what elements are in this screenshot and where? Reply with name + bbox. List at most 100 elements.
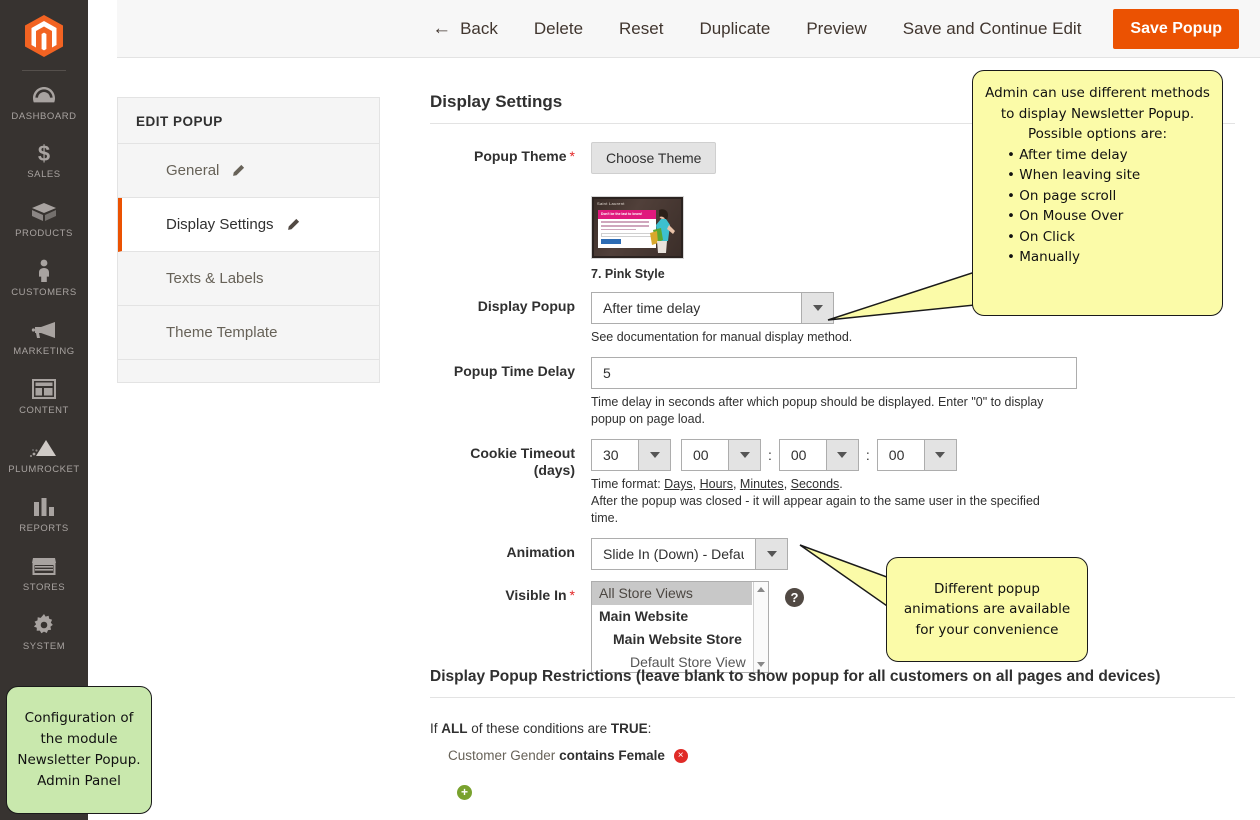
callout-option: • After time delay — [1007, 145, 1210, 166]
sidebar-item-reports[interactable]: REPORTS — [0, 494, 88, 534]
conditions-intro: If ALL of these conditions are TRUE: — [430, 721, 1235, 736]
sidebar-item-content[interactable]: CONTENT — [0, 376, 88, 416]
add-condition-icon[interactable]: + — [457, 785, 472, 800]
callout-option: • When leaving site — [1007, 165, 1210, 186]
pencil-icon — [286, 218, 300, 232]
dollar-icon: $ — [29, 140, 59, 166]
page-header-toolbar: ← Back Delete Reset Duplicate Preview Sa… — [117, 0, 1260, 58]
chevron-down-icon[interactable] — [638, 439, 671, 471]
theme-thumbnail-image: Saint Laurent Don't be the last to know! — [591, 196, 684, 259]
chevron-down-icon[interactable] — [801, 292, 834, 324]
store-option-main-website[interactable]: Main Website — [592, 605, 768, 628]
cookie-timeout-days-value[interactable] — [591, 439, 638, 471]
rule-value[interactable]: Female — [618, 748, 665, 763]
field-cookie-timeout: Cookie Timeout (days) : : — [430, 439, 1235, 527]
choose-theme-button[interactable]: Choose Theme — [591, 142, 716, 174]
plumrocket-icon — [29, 435, 59, 461]
store-option-main-website-store[interactable]: Main Website Store — [592, 628, 768, 651]
link-seconds[interactable]: Seconds — [791, 477, 840, 491]
sidebar-label: DASHBOARD — [11, 111, 76, 122]
cookie-timeout-label-line1: Cookie Timeout — [430, 445, 575, 462]
chevron-down-icon[interactable] — [755, 538, 788, 570]
aggregator-all[interactable]: ALL — [441, 721, 467, 736]
sidebar-item-sales[interactable]: $ SALES — [0, 140, 88, 180]
display-popup-value[interactable] — [591, 292, 801, 324]
animation-value[interactable] — [591, 538, 755, 570]
cookie-timeout-note-line2: After the popup was closed - it will app… — [591, 494, 1040, 525]
delete-button[interactable]: Delete — [516, 20, 601, 37]
chevron-down-icon[interactable] — [924, 439, 957, 471]
time-separator: : — [866, 447, 870, 463]
sidebar-item-system[interactable]: SYSTEM — [0, 612, 88, 652]
multiselect-scrollbar[interactable] — [753, 582, 768, 672]
animation-select[interactable] — [591, 538, 788, 570]
sidebar-label: SYSTEM — [23, 641, 65, 652]
sidebar-item-plumrocket[interactable]: PLUMROCKET — [0, 435, 88, 475]
person-icon — [29, 258, 59, 284]
box-icon — [29, 199, 59, 225]
sidebar-item-customers[interactable]: CUSTOMERS — [0, 258, 88, 298]
display-popup-note: See documentation for manual display met… — [591, 329, 1061, 346]
preview-button[interactable]: Preview — [788, 20, 884, 37]
callout-display-methods: Admin can use different methods to displ… — [972, 70, 1223, 316]
tab-texts-and-labels[interactable]: Texts & Labels — [118, 252, 379, 306]
sidebar-item-dashboard[interactable]: DASHBOARD — [0, 82, 88, 122]
colon: : — [648, 721, 652, 736]
sidebar-label: PLUMROCKET — [8, 464, 79, 475]
link-minutes[interactable]: Minutes — [740, 477, 784, 491]
chevron-down-icon[interactable] — [728, 439, 761, 471]
link-hours[interactable]: Hours — [700, 477, 733, 491]
restrictions-title: Display Popup Restrictions (leave blank … — [430, 668, 1235, 698]
if-text: If — [430, 721, 438, 736]
chevron-down-icon[interactable] — [826, 439, 859, 471]
tab-display-settings[interactable]: Display Settings — [118, 198, 379, 252]
cookie-timeout-days-select[interactable] — [591, 439, 671, 471]
callout-option: • On page scroll — [1007, 186, 1210, 207]
edit-popup-panel: EDIT POPUP General Display Settings Text… — [117, 97, 380, 383]
sidebar-item-marketing[interactable]: MARKETING — [0, 317, 88, 357]
tab-general[interactable]: General — [118, 144, 379, 198]
save-and-continue-edit-button[interactable]: Save and Continue Edit — [885, 20, 1100, 37]
sidebar-divider — [22, 70, 66, 71]
value-true[interactable]: TRUE — [611, 721, 648, 736]
popup-time-delay-note: Time delay in seconds after which popup … — [591, 394, 1061, 428]
sidebar-label: REPORTS — [19, 523, 69, 534]
display-popup-select[interactable] — [591, 292, 834, 324]
cookie-timeout-minutes-value[interactable] — [779, 439, 826, 471]
rule-operator[interactable]: contains — [559, 748, 615, 763]
condition-rule-row: Customer Gender contains Female × — [448, 748, 1235, 763]
store-option-all-store-views[interactable]: All Store Views — [592, 582, 752, 605]
callout-option: • On Click — [1007, 227, 1210, 248]
reset-button[interactable]: Reset — [601, 20, 681, 37]
delete-condition-icon[interactable]: × — [674, 749, 688, 763]
panel-footer-spacer — [118, 360, 379, 382]
time-format-prefix: Time format: — [591, 477, 664, 491]
tab-general-label: General — [166, 162, 219, 179]
cookie-timeout-seconds-value[interactable] — [877, 439, 924, 471]
dashboard-icon — [29, 82, 59, 108]
visible-in-multiselect[interactable]: All Store Views Main Website Main Websit… — [591, 581, 769, 673]
cookie-timeout-seconds-select[interactable] — [877, 439, 957, 471]
sidebar-item-stores[interactable]: STORES — [0, 553, 88, 593]
back-button[interactable]: ← Back — [414, 19, 516, 38]
callout-display-intro: Admin can use different methods to displ… — [985, 83, 1210, 145]
required-marker: * — [570, 148, 575, 164]
duplicate-button[interactable]: Duplicate — [681, 20, 788, 37]
tab-theme-template-label: Theme Template — [166, 324, 277, 341]
cookie-timeout-hours-select[interactable] — [681, 439, 761, 471]
panel-title: EDIT POPUP — [118, 98, 379, 144]
rule-attribute[interactable]: Customer Gender — [448, 748, 555, 763]
tab-theme-template[interactable]: Theme Template — [118, 306, 379, 360]
popup-time-delay-input[interactable] — [591, 357, 1077, 389]
cookie-timeout-minutes-select[interactable] — [779, 439, 859, 471]
callout-configuration-text: Configuration of the module Newsletter P… — [15, 708, 143, 792]
cookie-timeout-hours-value[interactable] — [681, 439, 728, 471]
magento-logo[interactable] — [0, 12, 88, 60]
link-days[interactable]: Days — [664, 477, 692, 491]
help-icon[interactable]: ? — [785, 588, 804, 607]
callout-animations: Different popup animations are available… — [886, 557, 1088, 662]
thumbnail-headline-text: Don't be the last to know! — [598, 210, 656, 216]
save-popup-button[interactable]: Save Popup — [1113, 9, 1239, 49]
svg-text:$: $ — [38, 141, 50, 165]
sidebar-item-products[interactable]: PRODUCTS — [0, 199, 88, 239]
